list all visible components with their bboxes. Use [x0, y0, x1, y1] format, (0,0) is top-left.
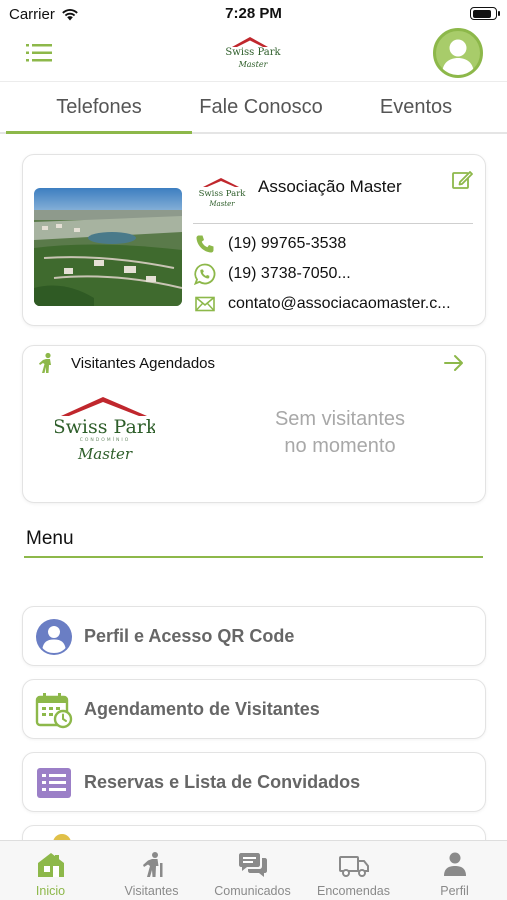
nav-label: Perfil: [440, 884, 469, 898]
hamburger-icon[interactable]: [26, 42, 52, 64]
nav-perfil[interactable]: Perfil: [404, 841, 505, 900]
association-logo-text: Swiss Park: [199, 189, 247, 199]
list-icon: [35, 764, 73, 802]
status-bar: Carrier 7:28 PM: [0, 0, 507, 28]
calendar-clock-icon: [35, 691, 73, 729]
whatsapp-contact[interactable]: (19) 3738-7050...: [193, 262, 351, 286]
bottom-nav: Inicio Visitantes Comunicados Encomendas: [0, 840, 507, 900]
tab-fale-conosco[interactable]: Fale Conosco: [186, 96, 336, 119]
nav-label: Inicio: [35, 884, 66, 898]
whatsapp-number: (19) 3738-7050...: [228, 265, 351, 282]
visitors-card[interactable]: Visitantes Agendados Swiss Park CONDOMÍN…: [22, 345, 486, 503]
nav-label: Encomendas: [317, 884, 390, 898]
menu-item-profile-qr[interactable]: Perfil e Acesso QR Code: [22, 606, 486, 666]
tab-bar: Telefones Fale Conosco Eventos: [0, 82, 507, 134]
visitors-logo: Swiss Park CONDOMÍNIO Master: [53, 394, 158, 466]
association-photo: [34, 188, 182, 306]
home-icon: [37, 853, 64, 877]
nav-inicio[interactable]: Inicio: [0, 841, 101, 900]
visitors-logo-subtext: Master: [77, 445, 133, 463]
association-logo: Swiss Park Master: [197, 173, 249, 213]
menu-item-label: Agendamento de Visitantes: [84, 699, 320, 719]
header-logo: Swiss Park Master: [222, 33, 284, 73]
header-logo-subtext: Master: [238, 60, 269, 69]
truck-icon: [338, 856, 369, 877]
phone-contact[interactable]: (19) 99765-3538: [193, 232, 346, 256]
nav-label: Comunicados: [214, 884, 291, 898]
visitors-logo-text: Swiss Park: [55, 416, 155, 438]
edit-icon[interactable]: [451, 169, 473, 191]
battery-level: [472, 9, 492, 18]
menu-underline: [24, 556, 483, 558]
menu-item-label: Perfil e Acesso QR Code: [84, 626, 295, 646]
menu-item-reservations[interactable]: Reservas e Lista de Convidados: [22, 752, 486, 812]
nav-encomendas[interactable]: Encomendas: [303, 841, 404, 900]
nav-visitantes[interactable]: Visitantes: [101, 841, 202, 900]
association-divider: [193, 223, 473, 224]
menu-item-label: Reservas e Lista de Convidados: [84, 772, 361, 792]
nav-comunicados[interactable]: Comunicados: [202, 841, 303, 900]
nav-label: Visitantes: [124, 884, 179, 898]
visitor-icon: [35, 352, 57, 374]
menu-heading: Menu: [26, 528, 74, 549]
battery-icon: [470, 7, 500, 20]
phone-number: (19) 99765-3538: [228, 235, 347, 252]
association-card: Swiss Park Master Associação Master (19)…: [22, 154, 486, 326]
user-avatar-icon[interactable]: [433, 28, 483, 78]
visitor-icon: [142, 852, 162, 877]
no-visitors-line-2: no momento: [284, 435, 396, 457]
header-logo-text: Swiss Park: [225, 47, 281, 58]
visitors-logo-tagline: CONDOMÍNIO: [80, 436, 131, 443]
tab-telefones[interactable]: Telefones: [6, 96, 192, 119]
app-header: Swiss Park Master: [0, 28, 507, 82]
association-name: Associação Master: [258, 177, 402, 196]
active-tab-indicator: [6, 131, 192, 134]
whatsapp-icon: [193, 263, 217, 285]
email-address: contato@associacaomaster.c...: [228, 295, 451, 312]
person-icon: [443, 852, 466, 876]
phone-icon: [193, 233, 217, 255]
menu-item-visitor-scheduling[interactable]: Agendamento de Visitantes: [22, 679, 486, 739]
tab-eventos[interactable]: Eventos: [350, 96, 482, 119]
no-visitors-line-1: Sem visitantes: [274, 408, 406, 430]
arrow-right-icon[interactable]: [443, 353, 465, 373]
chat-icon: [238, 853, 267, 877]
profile-qr-icon: [35, 618, 73, 656]
association-logo-subtext: Master: [208, 200, 235, 208]
email-icon: [193, 293, 217, 315]
visitors-title: Visitantes Agendados: [71, 355, 216, 372]
email-contact[interactable]: contato@associacaomaster.c...: [193, 292, 451, 316]
status-time: 7:28 PM: [225, 5, 282, 22]
no-visitors-message: Sem visitantes no momento: [245, 406, 435, 460]
